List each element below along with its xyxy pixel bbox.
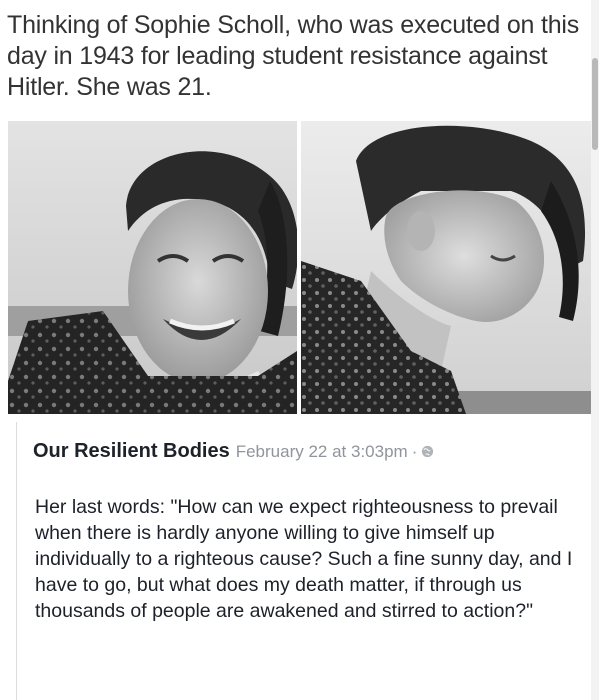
post-header: Our Resilient Bodies February 22 at 3:03p… [33,440,434,463]
photo-row [8,121,592,414]
photo-smiling-portrait [8,121,297,414]
caption-text: Thinking of Sophie Scholl, who was execu… [7,11,580,101]
post-author-link[interactable]: Our Resilient Bodies [33,440,230,462]
scrollbar[interactable] [591,0,599,700]
scrollbar-thumb[interactable] [592,58,598,150]
photo-profile-portrait-image [301,121,592,414]
post-timestamp-link[interactable]: February 22 at 3:03pm [236,442,408,461]
photo-profile-portrait [301,121,592,414]
post-body-text: Her last words: "How can we expect right… [35,496,573,622]
globe-icon[interactable] [421,441,434,458]
meta-separator: · [411,442,418,461]
facebook-post-card: Our Resilient Bodies February 22 at 3:03p… [16,422,590,700]
photo-smiling-portrait-image [8,121,297,414]
